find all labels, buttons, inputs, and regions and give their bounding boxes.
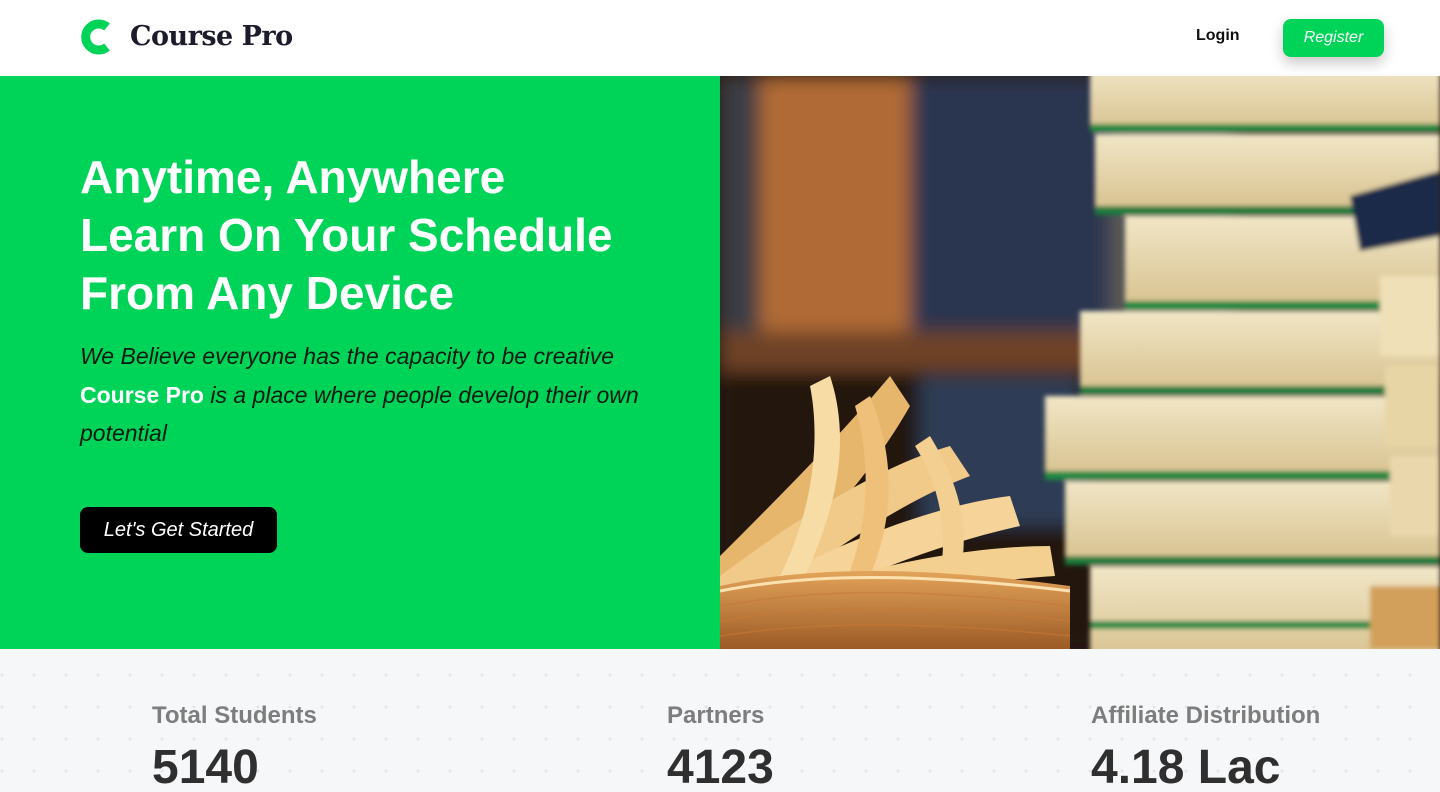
hero-title-line: From Any Device <box>80 267 455 319</box>
hero-title: Anytime, Anywhere Learn On Your Schedule… <box>80 148 700 322</box>
stat-label: Total Students <box>152 702 317 729</box>
stat-affiliate-distribution: Affiliate Distribution 4.18 Lac <box>1091 703 1320 792</box>
get-started-button[interactable]: Let's Get Started <box>80 507 277 553</box>
stat-partners: Partners 4123 <box>667 703 774 792</box>
stat-label: Affiliate Distribution <box>1091 702 1321 729</box>
stat-value: 4123 <box>667 741 774 792</box>
hero-desc-brand: Course Pro <box>80 381 204 408</box>
hero-title-line: Learn On Your Schedule <box>80 209 613 261</box>
top-navbar: Course Pro Login Register <box>0 0 1440 76</box>
stat-value: 4.18 Lac <box>1091 741 1281 792</box>
stats-section: Total Students 5140 Partners 4123 Affili… <box>0 649 1440 792</box>
c-logo-icon <box>81 19 110 55</box>
stat-label: Partners <box>667 702 765 729</box>
register-button[interactable]: Register <box>1283 19 1384 57</box>
stat-total-students: Total Students 5140 <box>152 703 317 792</box>
brand-name: Course Pro <box>130 21 293 52</box>
hero-description: We Believe everyone has the capacity to … <box>80 337 640 453</box>
hero-title-line: Anytime, Anywhere <box>80 151 506 203</box>
hero-desc-text: We Believe everyone has the capacity to … <box>80 343 614 369</box>
hero-section: Anytime, Anywhere Learn On Your Schedule… <box>0 76 720 649</box>
hero-books-image <box>720 76 1440 649</box>
stat-value: 5140 <box>152 741 259 792</box>
brand-logo[interactable]: Course Pro <box>80 19 293 55</box>
books-illustration <box>720 76 1440 649</box>
login-link[interactable]: Login <box>1196 25 1240 47</box>
